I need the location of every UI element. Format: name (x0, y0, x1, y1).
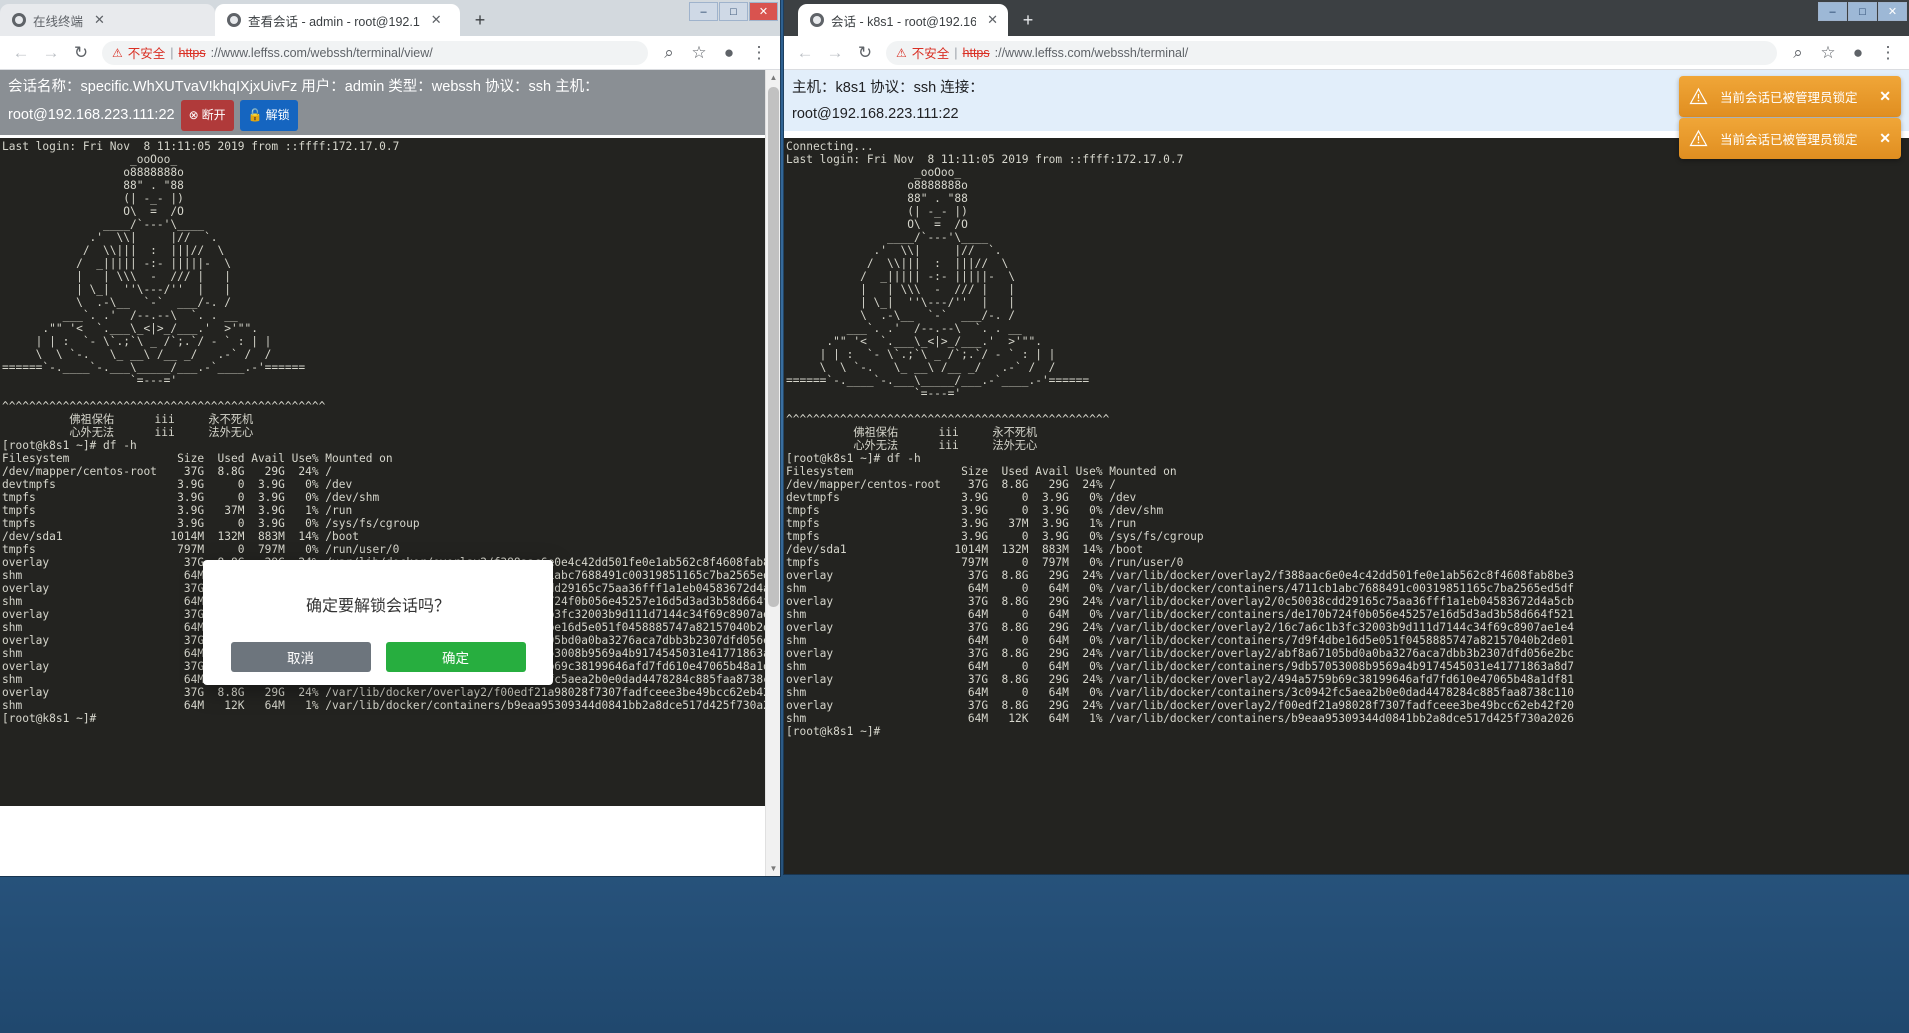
new-tab-button[interactable]: + (1014, 6, 1042, 34)
scroll-up-arrow[interactable]: ▲ (766, 70, 780, 85)
left-toolbar[interactable]: ← → ↻ ⚠ 不安全 | https ://www.leffss.com/web… (0, 36, 780, 70)
close-button[interactable]: ✕ (749, 2, 778, 21)
back-icon[interactable]: ← (6, 38, 36, 68)
omnibox-divider: | (954, 45, 958, 60)
left-modal-overlay: 确定要解锁会话吗？ 取消 确定 (0, 70, 780, 876)
left-tabstrip[interactable]: 在线终端 ✕ 查看会话 - admin - root@192.1 ✕ + (0, 4, 494, 36)
browser-window-right[interactable]: 会话 - k8s1 - root@192.168.22 ✕ + – □ ✕ ← … (784, 0, 1909, 874)
address-bar[interactable]: ⚠ 不安全 | https ://www.leffss.com/webssh/te… (102, 40, 648, 65)
right-toolbar-actions[interactable]: ⌕ ☆ ● ⋮ (1783, 38, 1903, 68)
tab-close-icon[interactable]: ✕ (94, 12, 105, 28)
dialog-actions[interactable]: 取消 确定 (230, 642, 526, 694)
toast-close-icon[interactable]: ✕ (1879, 130, 1891, 147)
back-icon[interactable]: ← (790, 38, 820, 68)
scroll-down-arrow[interactable]: ▼ (766, 861, 780, 876)
minimize-button[interactable]: – (1818, 2, 1847, 21)
dialog-title: 确定要解锁会话吗？ (305, 598, 450, 615)
url-rest: ://www.leffss.com/webssh/terminal/view/ (210, 45, 433, 60)
left-vertical-scrollbar[interactable]: ▲ ▼ (765, 70, 780, 876)
left-toolbar-actions[interactable]: ⌕ ☆ ● ⋮ (654, 38, 774, 68)
left-page-content: 会话名称：specific.WhXUTvaV!khqIXjxUivFz 用户：a… (0, 70, 780, 876)
url-scheme: https (178, 45, 206, 60)
tab-label: 会话 - k8s1 - root@192.168.22 (831, 14, 977, 29)
right-titlebar[interactable]: 会话 - k8s1 - root@192.168.22 ✕ + – □ ✕ (784, 0, 1909, 36)
maximize-button[interactable]: □ (719, 2, 748, 21)
toast-session-locked-2[interactable]: 当前会话已被管理员锁定 ✕ (1679, 118, 1901, 159)
toast-message: 当前会话已被管理员锁定 (1720, 133, 1858, 147)
menu-kebab-icon[interactable]: ⋮ (1873, 38, 1903, 68)
browser-window-left[interactable]: 在线终端 ✕ 查看会话 - admin - root@192.1 ✕ + – □… (0, 0, 780, 876)
tab-online-terminal[interactable]: 在线终端 ✕ (0, 4, 215, 36)
bookmark-star-icon[interactable]: ☆ (1813, 38, 1843, 68)
not-secure-label: 不安全 (911, 47, 950, 61)
cancel-button[interactable]: 取消 (230, 642, 371, 672)
left-window-controls[interactable]: – □ ✕ (688, 2, 778, 21)
tab-favicon-icon (12, 13, 26, 27)
toast-message: 当前会话已被管理员锁定 (1720, 91, 1858, 105)
tab-view-session[interactable]: 查看会话 - admin - root@192.1 ✕ (215, 4, 460, 36)
minimize-button[interactable]: – (689, 2, 718, 21)
url-rest: ://www.leffss.com/webssh/terminal/ (994, 45, 1189, 60)
unlock-confirm-dialog[interactable]: 确定要解锁会话吗？ 取消 确定 (203, 560, 553, 685)
menu-kebab-icon[interactable]: ⋮ (744, 38, 774, 68)
not-secure-label: 不安全 (127, 47, 166, 61)
zoom-icon[interactable]: ⌕ (1783, 38, 1813, 68)
tab-session-k8s1[interactable]: 会话 - k8s1 - root@192.168.22 ✕ (798, 4, 1008, 36)
tab-close-icon[interactable]: ✕ (987, 12, 998, 28)
profile-avatar-icon[interactable]: ● (714, 38, 744, 68)
right-window-controls[interactable]: – □ ✕ (1817, 2, 1907, 21)
maximize-button[interactable]: □ (1848, 2, 1877, 21)
bookmark-star-icon[interactable]: ☆ (684, 38, 714, 68)
tab-favicon-icon (810, 13, 824, 27)
right-tabstrip[interactable]: 会话 - k8s1 - root@192.168.22 ✕ + (784, 4, 1042, 36)
zoom-icon[interactable]: ⌕ (654, 38, 684, 68)
scroll-thumb[interactable] (768, 87, 779, 607)
toast-session-locked-1[interactable]: 当前会话已被管理员锁定 ✕ (1679, 76, 1901, 117)
toast-close-icon[interactable]: ✕ (1879, 88, 1891, 105)
left-titlebar[interactable]: 在线终端 ✕ 查看会话 - admin - root@192.1 ✕ + – □… (0, 0, 780, 36)
reload-icon[interactable]: ↻ (850, 38, 880, 68)
tab-close-icon[interactable]: ✕ (431, 12, 442, 28)
url-scheme: https (962, 45, 990, 60)
close-button[interactable]: ✕ (1878, 2, 1907, 21)
tab-label: 在线终端 (33, 14, 84, 29)
tab-favicon-icon (227, 13, 241, 27)
reload-icon[interactable]: ↻ (66, 38, 96, 68)
forward-icon[interactable]: → (36, 38, 66, 68)
new-tab-button[interactable]: + (466, 6, 494, 34)
forward-icon[interactable]: → (820, 38, 850, 68)
right-page-content: 主机：k8s1 协议：ssh 连接： root@192.168.223.111:… (784, 70, 1909, 874)
terminal-output-right[interactable]: Connecting... Last login: Fri Nov 8 11:1… (784, 138, 1909, 874)
omnibox-divider: | (170, 45, 174, 60)
warning-triangle-icon: ⚠ (896, 45, 907, 60)
right-toolbar[interactable]: ← → ↻ ⚠ 不安全 | https ://www.leffss.com/web… (784, 36, 1909, 70)
tab-label: 查看会话 - admin - root@192.1 (248, 14, 420, 29)
confirm-button[interactable]: 确定 (385, 642, 526, 672)
profile-avatar-icon[interactable]: ● (1843, 38, 1873, 68)
warning-triangle-icon: ⚠ (112, 45, 123, 60)
warning-triangle-icon (1689, 87, 1708, 106)
warning-triangle-icon (1689, 129, 1708, 148)
address-bar[interactable]: ⚠ 不安全 | https ://www.leffss.com/webssh/te… (886, 40, 1777, 65)
